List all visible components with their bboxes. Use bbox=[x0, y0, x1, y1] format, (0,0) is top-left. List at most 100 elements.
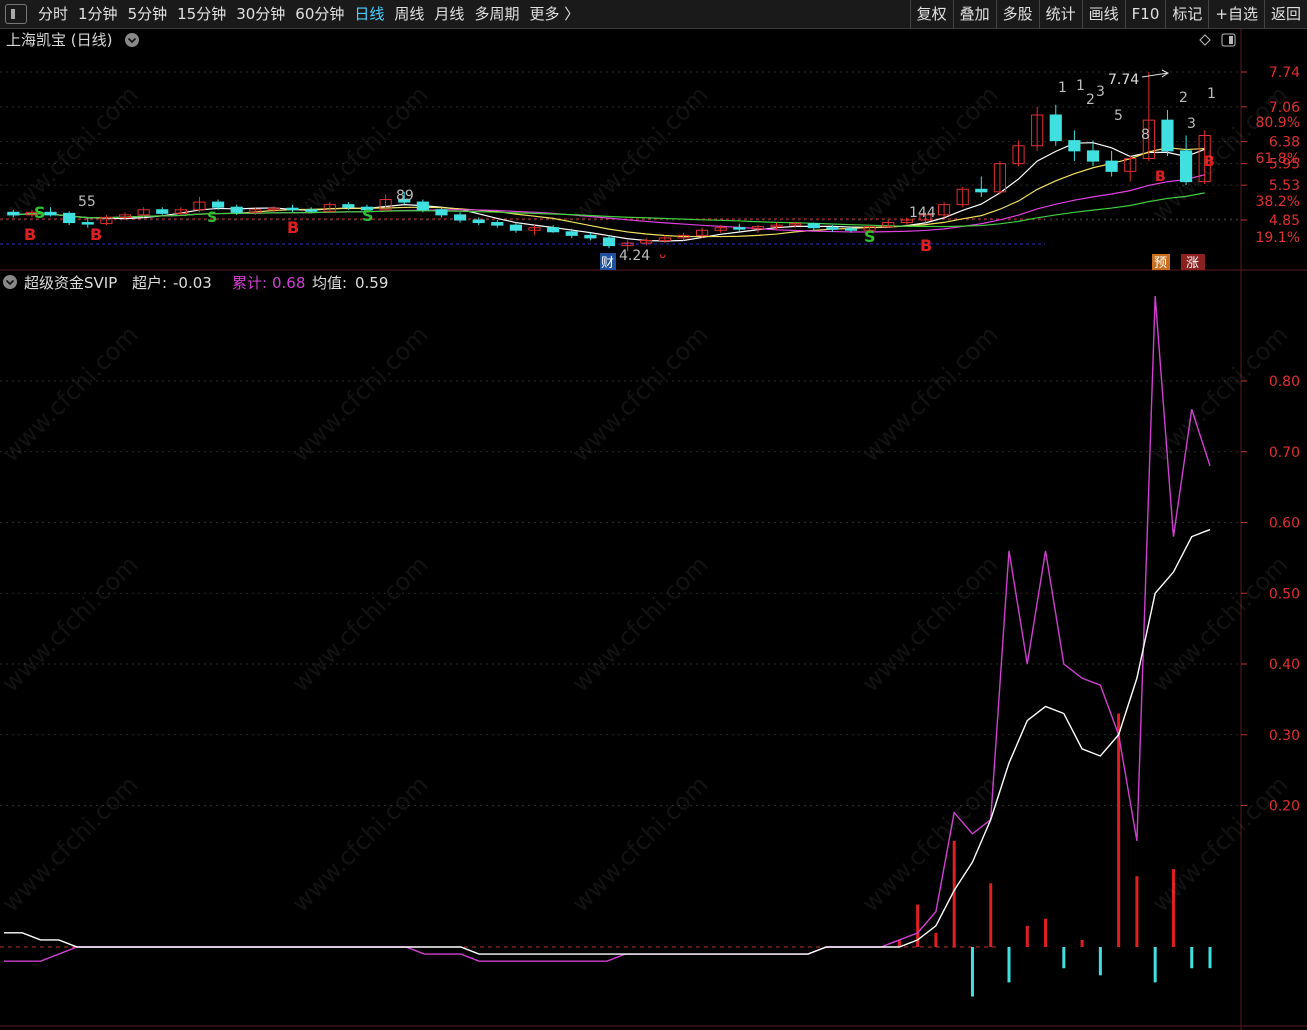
tool-multistock-button[interactable]: 多股 bbox=[995, 0, 1039, 29]
tool-overlay-button[interactable]: 叠加 bbox=[952, 0, 996, 29]
candle-body bbox=[565, 231, 578, 236]
buy-signal: B bbox=[1204, 154, 1215, 170]
sell-signal: S bbox=[362, 206, 374, 225]
candle-body bbox=[305, 209, 318, 212]
price-tick-label: 4.85 bbox=[1269, 213, 1300, 229]
candlesticks bbox=[7, 72, 1211, 252]
indicator-name: 超级资金SVIP bbox=[24, 274, 117, 292]
candle-body bbox=[1179, 150, 1193, 183]
ma5-line bbox=[13, 142, 1205, 242]
candle-body bbox=[1068, 140, 1081, 152]
wave-label: 2 bbox=[1086, 92, 1095, 108]
wave-label: 1 bbox=[1076, 78, 1085, 94]
candle-body bbox=[547, 227, 560, 233]
period-tab-1min[interactable]: 1分钟 bbox=[73, 0, 123, 29]
tool-draw-button[interactable]: 画线 bbox=[1081, 0, 1125, 29]
wave-label: 3 bbox=[1096, 84, 1105, 100]
indicator-tick-label: 0.80 bbox=[1269, 374, 1300, 390]
candle-body bbox=[602, 237, 616, 247]
period-tab-60min[interactable]: 60分钟 bbox=[290, 0, 349, 29]
tool-back-button[interactable]: 返回 bbox=[1263, 0, 1307, 29]
candle-body bbox=[1049, 114, 1062, 142]
period-tab-30min[interactable]: 30分钟 bbox=[231, 0, 290, 29]
candle-body bbox=[286, 207, 299, 211]
candle-body bbox=[733, 227, 746, 230]
buy-signal: B bbox=[287, 218, 299, 237]
buy-signal: B bbox=[24, 225, 36, 244]
price-gridlines bbox=[0, 71, 1241, 221]
price-tick-label: 5.53 bbox=[1269, 178, 1300, 194]
chart-canvas[interactable]: 上海凯宝 (日线) 7.747.066.385.955.534.8580.9%6… bbox=[0, 29, 1307, 1030]
stock-dropdown-icon[interactable] bbox=[125, 33, 139, 47]
menu-icon[interactable] bbox=[5, 4, 27, 24]
buy-signal: B bbox=[1155, 169, 1166, 185]
indicator-tick-label: 0.40 bbox=[1269, 657, 1300, 673]
wave-label: 3 bbox=[1187, 116, 1196, 132]
indicator-axis: 0.80 0.70 0.60 0.50 0.40 0.30 0.20 bbox=[1241, 374, 1300, 815]
buy-signal: B bbox=[90, 225, 102, 244]
candle-body bbox=[63, 212, 76, 224]
period-tab-multi[interactable]: 多周期 bbox=[469, 0, 524, 29]
forecast-badge-label: 预 bbox=[1154, 256, 1167, 271]
indicator-gridlines bbox=[0, 380, 1241, 948]
period-tab-fenshi[interactable]: 分时 bbox=[33, 0, 73, 29]
tool-f10-button[interactable]: F10 bbox=[1124, 0, 1166, 29]
fib-count-55: 55 bbox=[78, 194, 96, 210]
tool-add-watchlist-button[interactable]: +自选 bbox=[1208, 0, 1264, 29]
indicator-dropdown-icon[interactable] bbox=[3, 275, 17, 289]
period-tab-15min[interactable]: 15分钟 bbox=[172, 0, 231, 29]
panel-toggle-icon[interactable] bbox=[1221, 33, 1236, 47]
period-tab-5min[interactable]: 5分钟 bbox=[123, 0, 173, 29]
limit-up-badge-label: 涨 bbox=[1186, 256, 1199, 271]
tool-fuquan-button[interactable]: 复权 bbox=[909, 0, 953, 29]
period-tab-weekly[interactable]: 周线 bbox=[389, 0, 429, 29]
wave-label: 2 bbox=[1179, 90, 1188, 106]
tool-mark-button[interactable]: 标记 bbox=[1165, 0, 1208, 29]
price-tick-label: 6.38 bbox=[1269, 135, 1300, 151]
price-tick-label: 7.06 bbox=[1269, 100, 1300, 116]
wave-label: 5 bbox=[1114, 108, 1123, 124]
fib-label: 61.8% bbox=[1256, 151, 1300, 167]
price-axis: 7.747.066.385.955.534.8580.9%61.8%38.2%1… bbox=[1241, 65, 1300, 246]
finance-badge-label: 财 bbox=[601, 256, 614, 271]
diamond-icon[interactable] bbox=[1199, 34, 1211, 46]
ma30-line bbox=[13, 192, 1205, 228]
wave-label: 1 bbox=[1058, 80, 1067, 96]
indicator-tick-label: 0.30 bbox=[1269, 728, 1300, 744]
ma20-line bbox=[13, 174, 1205, 233]
price-tick-label: 7.74 bbox=[1269, 65, 1300, 81]
candle-body bbox=[342, 204, 355, 208]
sell-signal: S bbox=[864, 227, 876, 246]
period-tab-more[interactable]: 更多 〉 bbox=[524, 0, 584, 29]
sell-signal: S bbox=[207, 210, 217, 226]
junzhi-value: 0.59 bbox=[355, 274, 388, 292]
period-tab-monthly[interactable]: 月线 bbox=[429, 0, 469, 29]
chaohu-label: 超户: bbox=[132, 274, 167, 292]
chaohu-value: -0.03 bbox=[173, 274, 212, 292]
candle-body bbox=[230, 206, 243, 213]
fib-count-89: 89 bbox=[396, 188, 414, 204]
stock-title: 上海凯宝 (日线) bbox=[6, 31, 112, 49]
fib-label: 19.1% bbox=[1256, 230, 1300, 246]
moving-average-lines bbox=[13, 142, 1205, 242]
fib-label: 80.9% bbox=[1256, 115, 1300, 131]
candle-body bbox=[44, 211, 57, 216]
candle-body bbox=[844, 228, 858, 231]
candle-body bbox=[472, 219, 485, 224]
candle-body bbox=[1105, 160, 1118, 172]
period-tab-daily[interactable]: 日线 bbox=[349, 0, 389, 29]
candle-body bbox=[491, 222, 504, 226]
high-price-label: 7.74 bbox=[1108, 72, 1139, 88]
wave-label: 1 bbox=[1207, 86, 1216, 102]
candle-body bbox=[807, 223, 820, 229]
candle-body bbox=[7, 211, 20, 216]
indicator-lines bbox=[4, 296, 1211, 962]
indicator-tick-label: 0.20 bbox=[1269, 799, 1300, 815]
candle-body bbox=[509, 224, 523, 231]
tool-stats-button[interactable]: 统计 bbox=[1038, 0, 1082, 29]
indicator-tick-label: 0.70 bbox=[1269, 445, 1300, 461]
ma10-line bbox=[13, 147, 1205, 238]
small-red-mark: ᴗ bbox=[659, 247, 666, 261]
candle-body bbox=[416, 201, 429, 211]
leiji-label: 累计: bbox=[232, 274, 267, 292]
